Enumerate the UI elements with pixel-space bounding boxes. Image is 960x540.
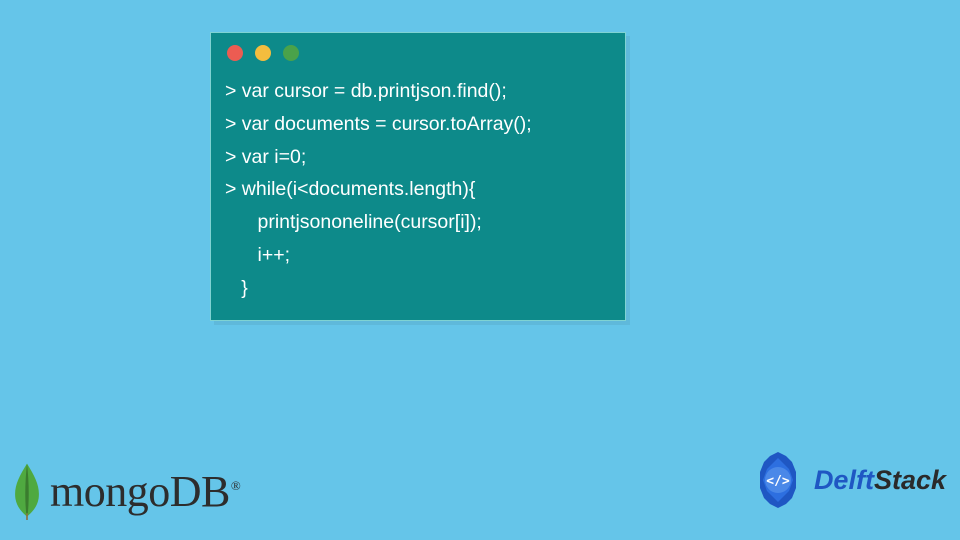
delftstack-badge-icon: </> [748,450,808,510]
minimize-icon [255,45,271,61]
close-icon [227,45,243,61]
mongodb-text: mongoDB [50,467,230,516]
delftstack-wordmark: DelftStack [814,465,946,496]
mongodb-leaf-icon [10,462,44,520]
mongodb-logo: mongoDB® [10,462,240,520]
delft-text-dark: Stack [874,465,946,495]
delft-text-blue: Delft [814,465,874,495]
code-line: > var documents = cursor.toArray(); [225,108,611,141]
code-line: > var i=0; [225,141,611,174]
mongodb-wordmark: mongoDB® [50,466,240,517]
registered-icon: ® [231,478,240,493]
terminal-window: > var cursor = db.printjson.find(); > va… [210,32,626,321]
code-line: } [225,272,611,305]
maximize-icon [283,45,299,61]
svg-text:</>: </> [766,474,790,489]
code-line: i++; [225,239,611,272]
code-line: > while(i<documents.length){ [225,173,611,206]
terminal-body: > var cursor = db.printjson.find(); > va… [211,69,625,320]
delftstack-logo: </> DelftStack [748,450,946,510]
code-line: > var cursor = db.printjson.find(); [225,75,611,108]
terminal-titlebar [211,33,625,69]
code-line: printjsononeline(cursor[i]); [225,206,611,239]
